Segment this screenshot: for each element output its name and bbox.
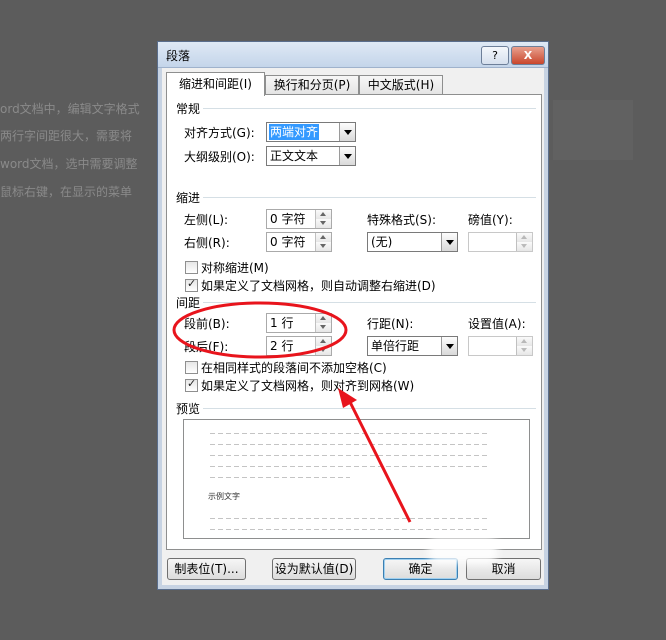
indent-left-value: 0 字符 (270, 212, 306, 226)
at-label: 设置值(A): (468, 317, 526, 331)
chevron-down-icon[interactable] (441, 337, 457, 355)
divider (203, 108, 536, 109)
tab-asian-typography[interactable]: 中文版式(H) (359, 75, 443, 95)
outline-level-value: 正文文本 (270, 149, 319, 163)
chevron-down-icon[interactable] (441, 233, 457, 251)
indent-left-label: 左侧(L): (184, 213, 229, 227)
spinner-arrows-icon[interactable] (315, 233, 331, 251)
snap-to-grid-label: 如果定义了文档网格，则对齐到网格(W) (201, 379, 415, 393)
space-before-label: 段前(B): (184, 317, 230, 331)
alignment-value: 两端对齐 (269, 124, 320, 140)
space-after-spinner[interactable]: 2 行 (266, 336, 332, 356)
chevron-down-icon[interactable] (339, 123, 355, 141)
preview-line (210, 433, 490, 434)
background-text-line: word文档，选中需要调整 (0, 157, 138, 171)
background-text-line: 两行字间距很大，需要将 (0, 129, 133, 143)
outline-level-select[interactable]: 正文文本 (266, 146, 356, 166)
title-bar[interactable]: 段落 ? X (158, 42, 548, 68)
tab-indents-spacing[interactable]: 缩进和间距(I) (166, 72, 265, 96)
line-spacing-label: 行距(N): (367, 317, 414, 331)
line-spacing-select[interactable]: 单倍行距 (367, 336, 458, 356)
no-space-same-style-label: 在相同样式的段落间不添加空格(C) (201, 361, 387, 375)
screen-glare (428, 537, 498, 563)
help-button[interactable]: ? (481, 46, 509, 65)
alignment-label: 对齐方式(G): (184, 126, 255, 140)
section-preview-heading: 预览 (176, 402, 201, 416)
close-button[interactable]: X (511, 46, 545, 65)
line-spacing-value: 单倍行距 (371, 339, 420, 353)
preview-sample-text: 示例文字 (208, 492, 240, 501)
at-spinner[interactable] (468, 336, 533, 356)
preview-line (210, 518, 490, 519)
dialog-title: 段落 (166, 49, 191, 63)
background-text-line: 鼠标右键，在显示的菜单 (0, 185, 133, 199)
indent-right-value: 0 字符 (270, 235, 306, 249)
divider (203, 408, 536, 409)
preview-line (210, 466, 490, 467)
background-ruler (553, 100, 633, 160)
snap-to-grid-checkbox[interactable] (185, 377, 198, 392)
section-indent-heading: 缩进 (176, 191, 201, 205)
preview-line (210, 477, 350, 478)
tab-panel: 常规 对齐方式(G): 两端对齐 大纲级别(O): 正文文本 缩进 左侧(L):… (166, 94, 542, 550)
chevron-down-icon[interactable] (339, 147, 355, 165)
preview-line (210, 529, 490, 530)
tabs-button[interactable]: 制表位(T)... (167, 558, 246, 580)
section-spacing-heading: 间距 (176, 296, 201, 310)
preview-line (210, 444, 490, 445)
spinner-arrows-icon[interactable] (315, 314, 331, 332)
set-default-button[interactable]: 设为默认值(D) (272, 558, 356, 580)
special-indent-label: 特殊格式(S): (367, 213, 437, 227)
mirror-indents-label: 对称缩进(M) (201, 261, 269, 275)
auto-adjust-right-indent-label: 如果定义了文档网格，则自动调整右缩进(D) (201, 279, 436, 293)
no-space-same-style-checkbox[interactable] (185, 361, 198, 374)
space-before-spinner[interactable]: 1 行 (266, 313, 332, 333)
spinner-arrows-icon[interactable] (315, 337, 331, 355)
preview-line (210, 455, 490, 456)
spinner-arrows-icon[interactable] (315, 210, 331, 228)
indent-right-label: 右侧(R): (184, 236, 230, 250)
space-after-label: 段后(F): (184, 340, 229, 354)
background-text-line: ord文档中，编辑文字格式 (0, 102, 140, 116)
tab-line-page-breaks[interactable]: 换行和分页(P) (265, 75, 359, 95)
special-indent-value: (无) (371, 235, 393, 249)
paragraph-preview: 示例文字 (183, 419, 530, 539)
indent-left-spinner[interactable]: 0 字符 (266, 209, 332, 229)
by-label: 磅值(Y): (468, 213, 513, 227)
spinner-arrows-icon[interactable] (516, 337, 532, 355)
section-general-heading: 常规 (176, 102, 201, 116)
special-indent-select[interactable]: (无) (367, 232, 458, 252)
spinner-arrows-icon[interactable] (516, 233, 532, 251)
auto-adjust-right-indent-checkbox[interactable] (185, 277, 198, 292)
mirror-indents-checkbox[interactable] (185, 261, 198, 274)
paragraph-dialog: 段落 ? X 缩进和间距(I) 换行和分页(P) 中文版式(H) 常规 对齐方式… (157, 41, 549, 590)
outline-level-label: 大纲级别(O): (184, 150, 255, 164)
indent-right-spinner[interactable]: 0 字符 (266, 232, 332, 252)
alignment-select[interactable]: 两端对齐 (266, 122, 356, 142)
divider (203, 302, 536, 303)
space-after-value: 2 行 (270, 339, 294, 353)
by-spinner[interactable] (468, 232, 533, 252)
divider (203, 197, 536, 198)
space-before-value: 1 行 (270, 316, 294, 330)
